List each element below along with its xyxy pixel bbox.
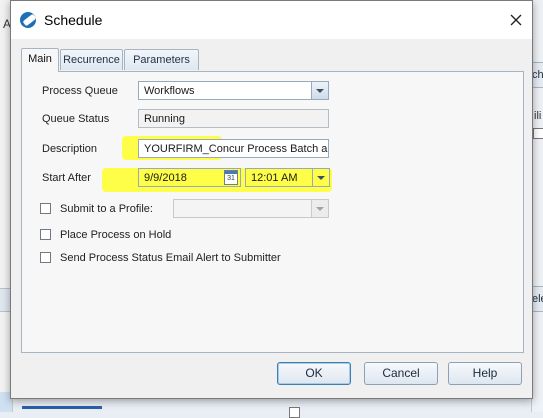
chevron-down-icon [311,82,328,99]
tab-parameters[interactable]: Parameters [124,49,199,70]
background-right-text-1: ili [534,110,542,122]
tab-main[interactable]: Main [21,48,59,72]
tab-recurrence[interactable]: Recurrence [60,49,123,70]
ok-button[interactable]: OK [277,362,351,385]
process-queue-label: Process Queue [42,85,118,97]
start-date-value: 9/9/2018 [144,172,187,184]
send-alert-label: Send Process Status Email Alert to Submi… [60,252,281,264]
chevron-down-icon [312,169,329,186]
close-icon [510,14,522,26]
submit-to-profile-label: Submit to a Profile: [60,203,153,215]
description-label: Description [42,143,98,155]
calendar-icon-text: 31 [227,175,235,182]
background-link[interactable] [22,406,102,409]
main-tab-panel: Process Queue Workflows Queue Status Run… [21,71,524,353]
send-alert-checkbox[interactable] [40,252,51,263]
app-logo-icon [20,12,36,28]
queue-status-field: Running [138,109,329,128]
place-on-hold-label: Place Process on Hold [60,229,172,241]
dialog-title: Schedule [44,12,103,28]
start-after-label: Start After [42,172,91,184]
process-queue-value: Workflows [144,85,195,97]
start-date-input[interactable]: 9/9/2018 31 [138,168,241,187]
help-button[interactable]: Help [448,362,522,385]
process-queue-dropdown[interactable]: Workflows [138,81,329,100]
cancel-button[interactable]: Cancel [364,362,438,385]
background-bottom-checkbox[interactable] [289,407,300,418]
start-time-value: 12:01 AM [251,172,298,184]
queue-status-label: Queue Status [42,113,110,125]
profile-dropdown[interactable] [173,199,329,218]
queue-status-value: Running [144,113,185,125]
background-right-checkbox[interactable] [533,128,543,139]
description-value: YOURFIRM_Concur Process Batch an [144,143,329,155]
start-time-dropdown[interactable]: 12:01 AM [245,168,330,187]
place-on-hold-checkbox[interactable] [40,229,51,240]
dialog-titlebar[interactable]: Schedule [11,1,532,39]
close-button[interactable] [505,9,527,31]
description-input[interactable]: YOURFIRM_Concur Process Batch an [138,139,329,158]
submit-to-profile-checkbox[interactable] [40,203,51,214]
calendar-icon[interactable]: 31 [224,170,238,185]
chevron-down-icon [311,200,328,217]
schedule-dialog: Schedule Main Recurrence Parameters Proc… [10,0,533,399]
